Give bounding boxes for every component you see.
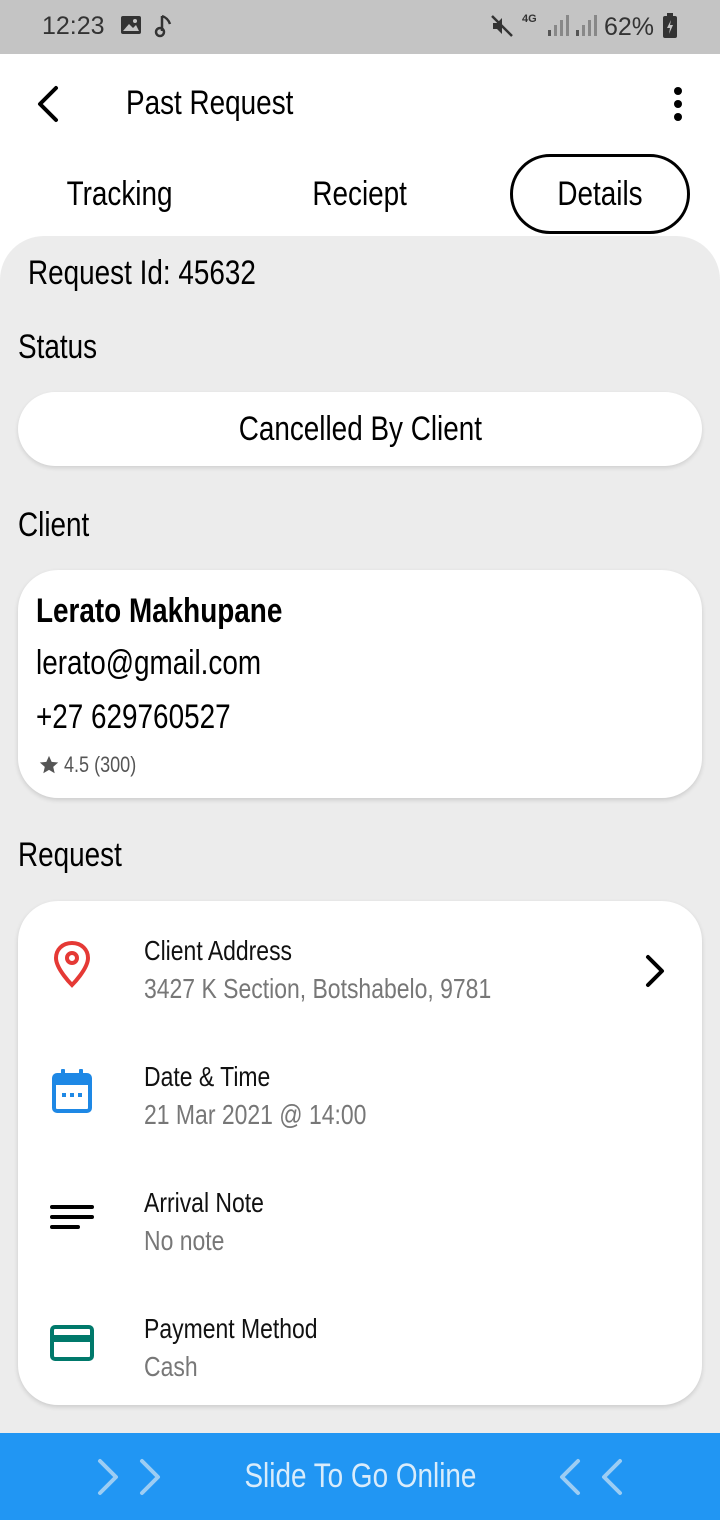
calendar-icon [48, 1065, 96, 1117]
client-section-label: Client [18, 506, 90, 544]
arrival-note-value: No note [144, 1225, 225, 1256]
chevron-left-icon [558, 1457, 582, 1497]
client-name: Lerato Makhupane [36, 592, 283, 630]
battery-percent: 62% [603, 13, 654, 41]
request-card: Client Address 3427 K Section, Botshabel… [18, 901, 702, 1405]
request-item-address[interactable]: Client Address 3427 K Section, Botshabel… [18, 921, 702, 1031]
credit-card-icon [48, 1317, 96, 1369]
request-item-arrival-note: Arrival Note No note [18, 1173, 702, 1283]
star-icon [39, 755, 59, 774]
status-time: 12:23 [42, 12, 105, 40]
chevron-left-icon [600, 1457, 624, 1497]
signal-icon-2 [574, 14, 600, 43]
payment-value: Cash [144, 1351, 198, 1382]
location-pin-icon [48, 939, 96, 991]
chevron-right-icon [640, 951, 668, 991]
request-id: Request Id: 45632 [28, 254, 256, 292]
request-section-label: Request [18, 836, 122, 874]
details-panel: Request Id: 45632 Status Cancelled By Cl… [0, 236, 720, 1436]
gallery-icon [120, 14, 142, 41]
request-item-datetime: Date & Time 21 Mar 2021 @ 14:00 [18, 1047, 702, 1157]
address-value: 3427 K Section, Botshabelo, 9781 [144, 973, 492, 1004]
payment-title: Payment Method [144, 1313, 318, 1344]
music-note-icon [154, 14, 174, 43]
client-email: lerato@gmail.com [36, 644, 262, 682]
network-type: 4G [522, 13, 537, 25]
tab-tracking[interactable]: Tracking [20, 154, 220, 234]
back-button[interactable] [30, 82, 70, 126]
battery-icon [662, 13, 678, 44]
address-title: Client Address [144, 935, 293, 966]
more-vertical-icon [674, 87, 682, 121]
status-section-label: Status [18, 328, 98, 366]
status-badge: Cancelled By Client [18, 392, 702, 466]
client-card: Lerato Makhupane lerato@gmail.com +27 62… [18, 570, 702, 798]
arrival-note-title: Arrival Note [144, 1187, 264, 1218]
tab-details[interactable]: Details [510, 154, 690, 234]
signal-icon [546, 14, 572, 43]
status-bar: 12:23 4G 62% [0, 0, 720, 54]
tab-receipt[interactable]: Reciept [260, 154, 460, 234]
app-bar: Past Request [0, 54, 720, 154]
datetime-title: Date & Time [144, 1061, 271, 1092]
chevron-left-icon [38, 86, 58, 122]
notes-icon [48, 1191, 96, 1243]
more-options-button[interactable] [660, 84, 696, 124]
client-phone: +27 629760527 [36, 698, 231, 736]
datetime-value: 21 Mar 2021 @ 14:00 [144, 1099, 367, 1130]
client-rating: 4.5 (300) [38, 752, 152, 778]
slide-to-go-online[interactable]: Slide To Go Online [0, 1433, 720, 1520]
page-title: Past Request [126, 84, 294, 122]
request-item-payment: Payment Method Cash [18, 1299, 702, 1409]
mute-icon [490, 14, 514, 43]
